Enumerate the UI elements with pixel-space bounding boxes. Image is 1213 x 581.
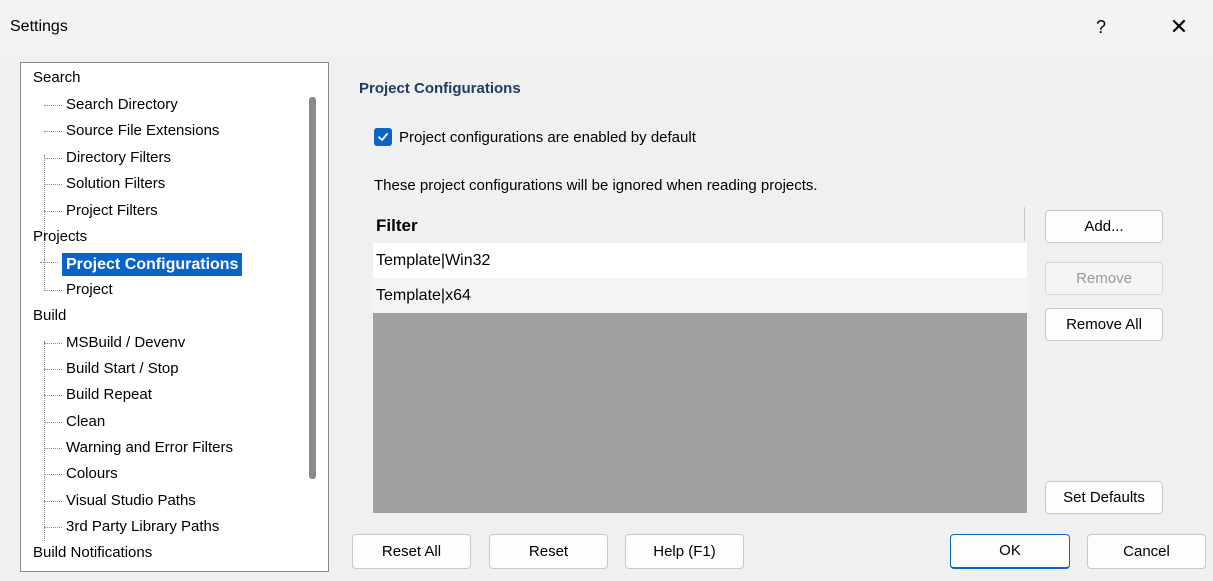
grid-header: Filter bbox=[373, 207, 1027, 243]
section-title: Project Configurations bbox=[359, 80, 521, 97]
tree-item-project-configurations[interactable]: Project Configurations bbox=[39, 253, 243, 276]
help-f1-button[interactable]: Help (F1) bbox=[625, 534, 744, 569]
tree-category-projects[interactable]: Projects bbox=[33, 228, 87, 246]
tree-category-build[interactable]: Build bbox=[33, 307, 66, 325]
ok-button[interactable]: OK bbox=[950, 534, 1070, 569]
filter-grid[interactable]: Filter Template|Win32 Template|x64 bbox=[373, 207, 1027, 513]
add-button[interactable]: Add... bbox=[1045, 210, 1163, 243]
tree-item-directory-filters[interactable]: Directory Filters bbox=[43, 149, 171, 167]
tree-item-colours[interactable]: Colours bbox=[44, 465, 118, 483]
enabled-by-default-checkbox[interactable] bbox=[374, 128, 392, 146]
tree-item-msbuild-devenv[interactable]: MSBuild / Devenv bbox=[43, 334, 185, 352]
tree-item-project[interactable]: Project bbox=[44, 281, 113, 299]
reset-button[interactable]: Reset bbox=[489, 534, 608, 569]
tree-item-clean[interactable]: Clean bbox=[43, 413, 105, 431]
tree-item-3rd-party-library-paths[interactable]: 3rd Party Library Paths bbox=[43, 518, 219, 536]
tree-scrollbar-thumb[interactable] bbox=[309, 97, 316, 479]
grid-row[interactable]: Template|x64 bbox=[373, 278, 1027, 313]
enabled-by-default-row[interactable]: Project configurations are enabled by de… bbox=[374, 128, 696, 146]
reset-all-button[interactable]: Reset All bbox=[352, 534, 471, 569]
column-separator[interactable] bbox=[1024, 207, 1025, 241]
title-bar: Settings ? ✕ bbox=[0, 0, 1213, 56]
window-title: Settings bbox=[10, 18, 68, 35]
tree-item-build-start-stop[interactable]: Build Start / Stop bbox=[44, 360, 179, 378]
info-text: These project configurations will be ign… bbox=[374, 177, 818, 194]
remove-all-button[interactable]: Remove All bbox=[1045, 308, 1163, 341]
tree-item-warning-error-filters[interactable]: Warning and Error Filters bbox=[44, 439, 233, 457]
enabled-by-default-label[interactable]: Project configurations are enabled by de… bbox=[399, 129, 696, 146]
filter-column-header[interactable]: Filter bbox=[376, 216, 418, 236]
tree-item-build-repeat[interactable]: Build Repeat bbox=[44, 386, 152, 404]
close-icon[interactable]: ✕ bbox=[1164, 12, 1194, 42]
set-defaults-button[interactable]: Set Defaults bbox=[1045, 481, 1163, 514]
tree-item-visual-studio-paths[interactable]: Visual Studio Paths bbox=[44, 492, 196, 510]
checkmark-icon bbox=[378, 133, 388, 141]
settings-tree[interactable]: Search Search Directory Source File Exte… bbox=[20, 62, 329, 572]
tree-item-solution-filters[interactable]: Solution Filters bbox=[43, 175, 165, 193]
tree-item-source-file-extensions[interactable]: Source File Extensions bbox=[43, 122, 219, 140]
tree-connector-line bbox=[44, 341, 45, 541]
tree-connector-line bbox=[44, 259, 45, 289]
tree-category-build-notifications[interactable]: Build Notifications bbox=[33, 544, 152, 562]
remove-button[interactable]: Remove bbox=[1045, 262, 1163, 295]
tree-category-search[interactable]: Search bbox=[33, 69, 81, 87]
tree-item-search-directory[interactable]: Search Directory bbox=[44, 96, 178, 114]
cancel-button[interactable]: Cancel bbox=[1087, 534, 1206, 569]
tree-content: Search Search Directory Source File Exte… bbox=[21, 63, 297, 571]
tree-scrollbar[interactable] bbox=[297, 63, 328, 571]
grid-row[interactable]: Template|Win32 bbox=[373, 243, 1027, 278]
help-button[interactable]: ? bbox=[1086, 12, 1116, 42]
tree-item-project-filters[interactable]: Project Filters bbox=[44, 202, 158, 220]
